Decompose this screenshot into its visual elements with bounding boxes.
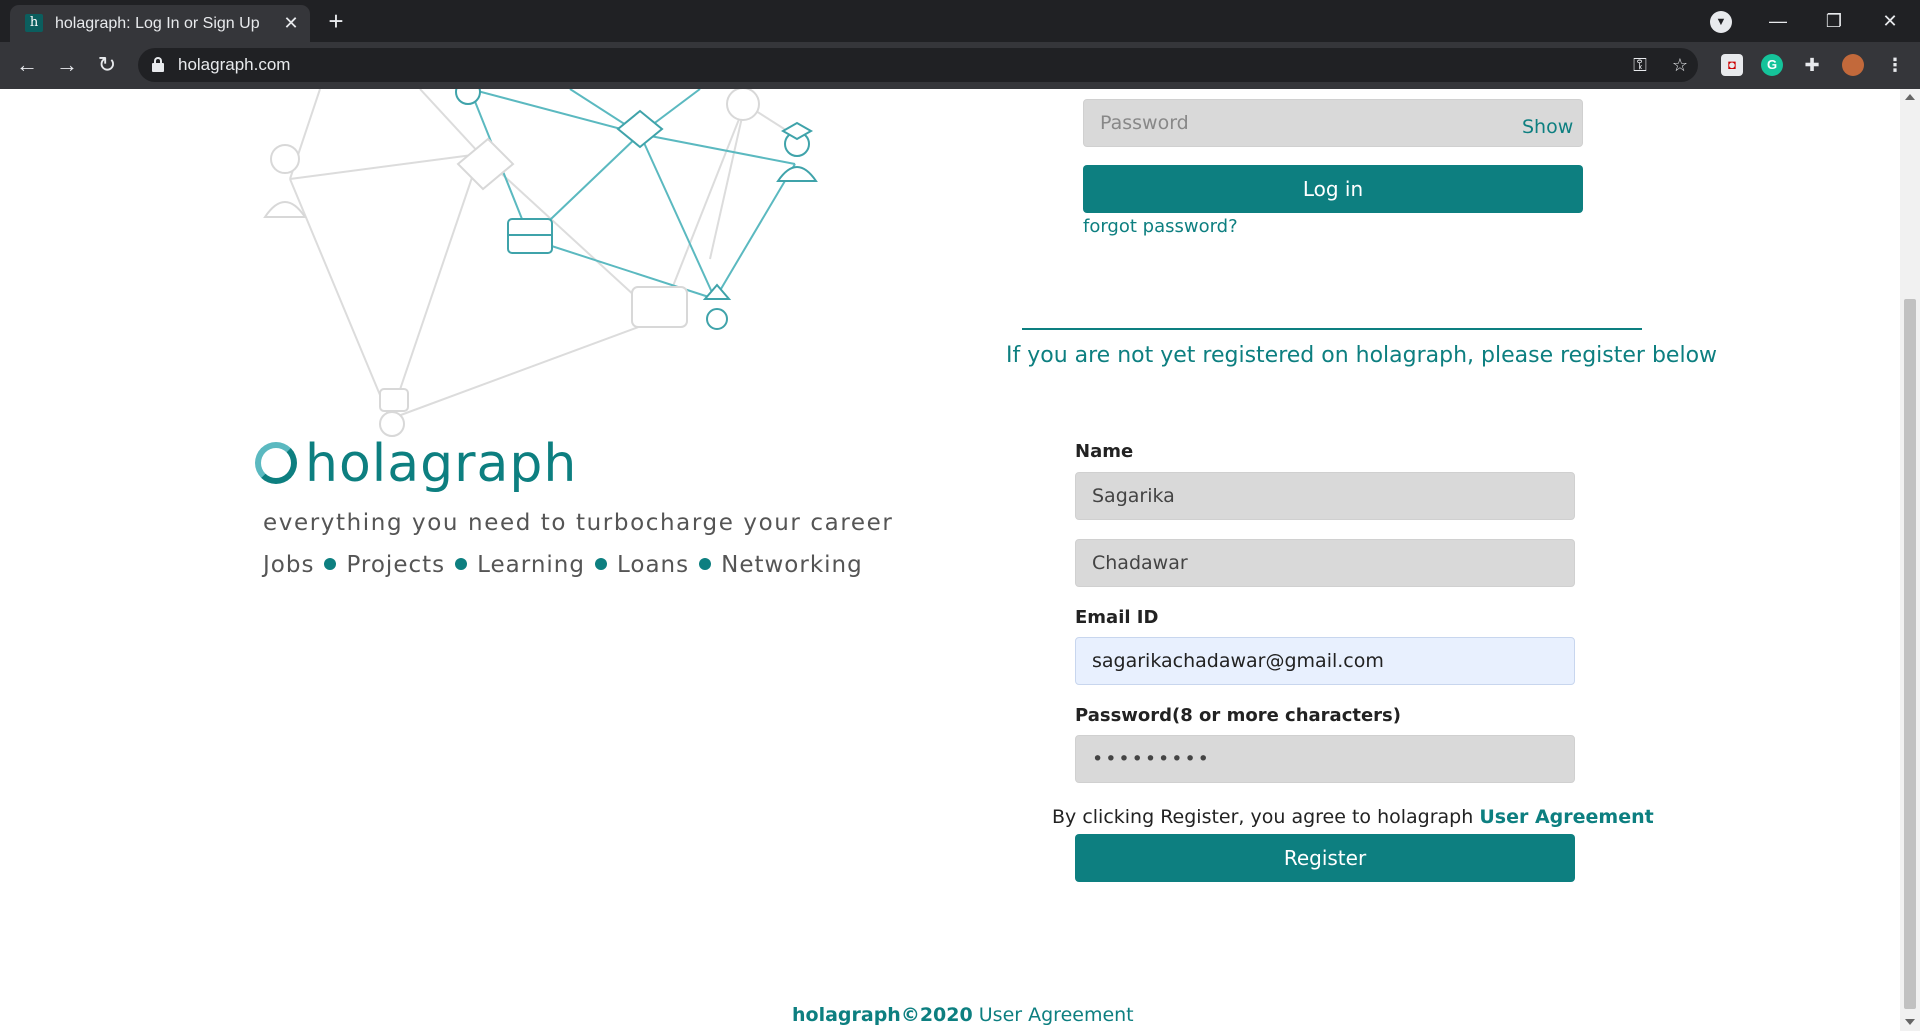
extensions-icon[interactable]: ✚ bbox=[1801, 54, 1823, 76]
forgot-password-link[interactable]: forgot password? bbox=[1083, 216, 1238, 237]
lock-icon bbox=[152, 57, 164, 73]
tab-title: holagraph: Log In or Sign Up bbox=[55, 15, 260, 32]
restore-icon[interactable]: ❐ bbox=[1814, 6, 1854, 36]
browser-toolbar: ← → ↻ holagraph.com ⚿ ☆ ◘ G ✚ ⋮ bbox=[0, 42, 1920, 89]
back-arrow-icon[interactable]: ← bbox=[12, 50, 42, 80]
browser-tab[interactable]: h holagraph: Log In or Sign Up ✕ bbox=[10, 5, 310, 42]
key-icon[interactable]: ⚿ bbox=[1628, 53, 1652, 77]
network-illustration bbox=[263, 89, 818, 437]
page-content: holagraph everything you need to turboch… bbox=[0, 89, 1900, 1031]
password-label: Password(8 or more characters) bbox=[1075, 705, 1401, 726]
footer-user-agreement-link[interactable]: User Agreement bbox=[979, 1004, 1134, 1026]
tab-close-icon[interactable]: ✕ bbox=[280, 12, 302, 34]
scroll-thumb[interactable] bbox=[1904, 299, 1916, 1009]
first-name-input[interactable]: Sagarika bbox=[1075, 472, 1575, 520]
bullet-dot-icon bbox=[324, 557, 337, 570]
page-scrollbar[interactable] bbox=[1900, 89, 1920, 1031]
section-divider bbox=[1022, 328, 1642, 330]
last-name-input[interactable]: Chadawar bbox=[1075, 539, 1575, 587]
bullet-dot-icon bbox=[594, 557, 607, 570]
forward-arrow-icon[interactable]: → bbox=[52, 50, 82, 80]
feature-item: Networking bbox=[721, 552, 863, 578]
scroll-down-icon[interactable] bbox=[1905, 1019, 1915, 1025]
register-password-input[interactable]: ••••••••• bbox=[1075, 735, 1575, 783]
url-text: holagraph.com bbox=[178, 55, 291, 74]
star-icon[interactable]: ☆ bbox=[1668, 53, 1692, 77]
footer: holagraph©2020 User Agreement bbox=[792, 1004, 1134, 1026]
email-input[interactable]: sagarikachadawar@gmail.com bbox=[1075, 637, 1575, 685]
feature-item: Learning bbox=[477, 552, 585, 578]
browser-titlebar: h holagraph: Log In or Sign Up ✕ + ▼ — ❐… bbox=[0, 0, 1920, 42]
pocket-extension-icon[interactable]: ◘ bbox=[1721, 54, 1743, 76]
scroll-up-icon[interactable] bbox=[1905, 94, 1915, 100]
profile-avatar[interactable] bbox=[1842, 54, 1864, 76]
logo-wordmark: holagraph bbox=[305, 434, 578, 494]
show-password-toggle[interactable]: Show bbox=[1522, 116, 1573, 138]
email-label: Email ID bbox=[1075, 607, 1159, 628]
tagline: everything you need to turbocharge your … bbox=[263, 510, 894, 536]
feature-list: Jobs Projects Learning Loans Networking bbox=[263, 552, 863, 578]
tab-search-icon[interactable]: ▼ bbox=[1710, 11, 1732, 33]
new-tab-icon[interactable]: + bbox=[322, 8, 350, 36]
close-window-icon[interactable]: ✕ bbox=[1870, 6, 1910, 36]
bullet-dot-icon bbox=[699, 557, 712, 570]
name-label: Name bbox=[1075, 441, 1134, 462]
register-button[interactable]: Register bbox=[1075, 834, 1575, 882]
site-favicon-icon: h bbox=[25, 14, 43, 32]
login-password-input[interactable]: Password bbox=[1083, 99, 1583, 147]
feature-item: Jobs bbox=[263, 552, 315, 578]
bullet-dot-icon bbox=[455, 557, 468, 570]
address-bar[interactable]: holagraph.com ⚿ ☆ bbox=[138, 48, 1698, 82]
user-agreement-link[interactable]: User Agreement bbox=[1479, 806, 1653, 828]
feature-item: Loans bbox=[616, 552, 690, 578]
grammarly-extension-icon[interactable]: G bbox=[1761, 54, 1783, 76]
agreement-text: By clicking Register, you agree to holag… bbox=[1052, 806, 1654, 828]
menu-icon[interactable]: ⋮ bbox=[1884, 54, 1906, 76]
logo-mark-icon bbox=[255, 442, 297, 484]
login-button[interactable]: Log in bbox=[1083, 165, 1583, 213]
agreement-sentence: By clicking Register, you agree to holag… bbox=[1052, 806, 1474, 828]
reload-icon[interactable]: ↻ bbox=[92, 50, 122, 80]
minimize-icon[interactable]: — bbox=[1758, 6, 1798, 36]
feature-item: Projects bbox=[346, 552, 446, 578]
register-prompt: If you are not yet registered on holagra… bbox=[1006, 343, 1718, 368]
footer-brand: holagraph©2020 bbox=[792, 1004, 973, 1026]
